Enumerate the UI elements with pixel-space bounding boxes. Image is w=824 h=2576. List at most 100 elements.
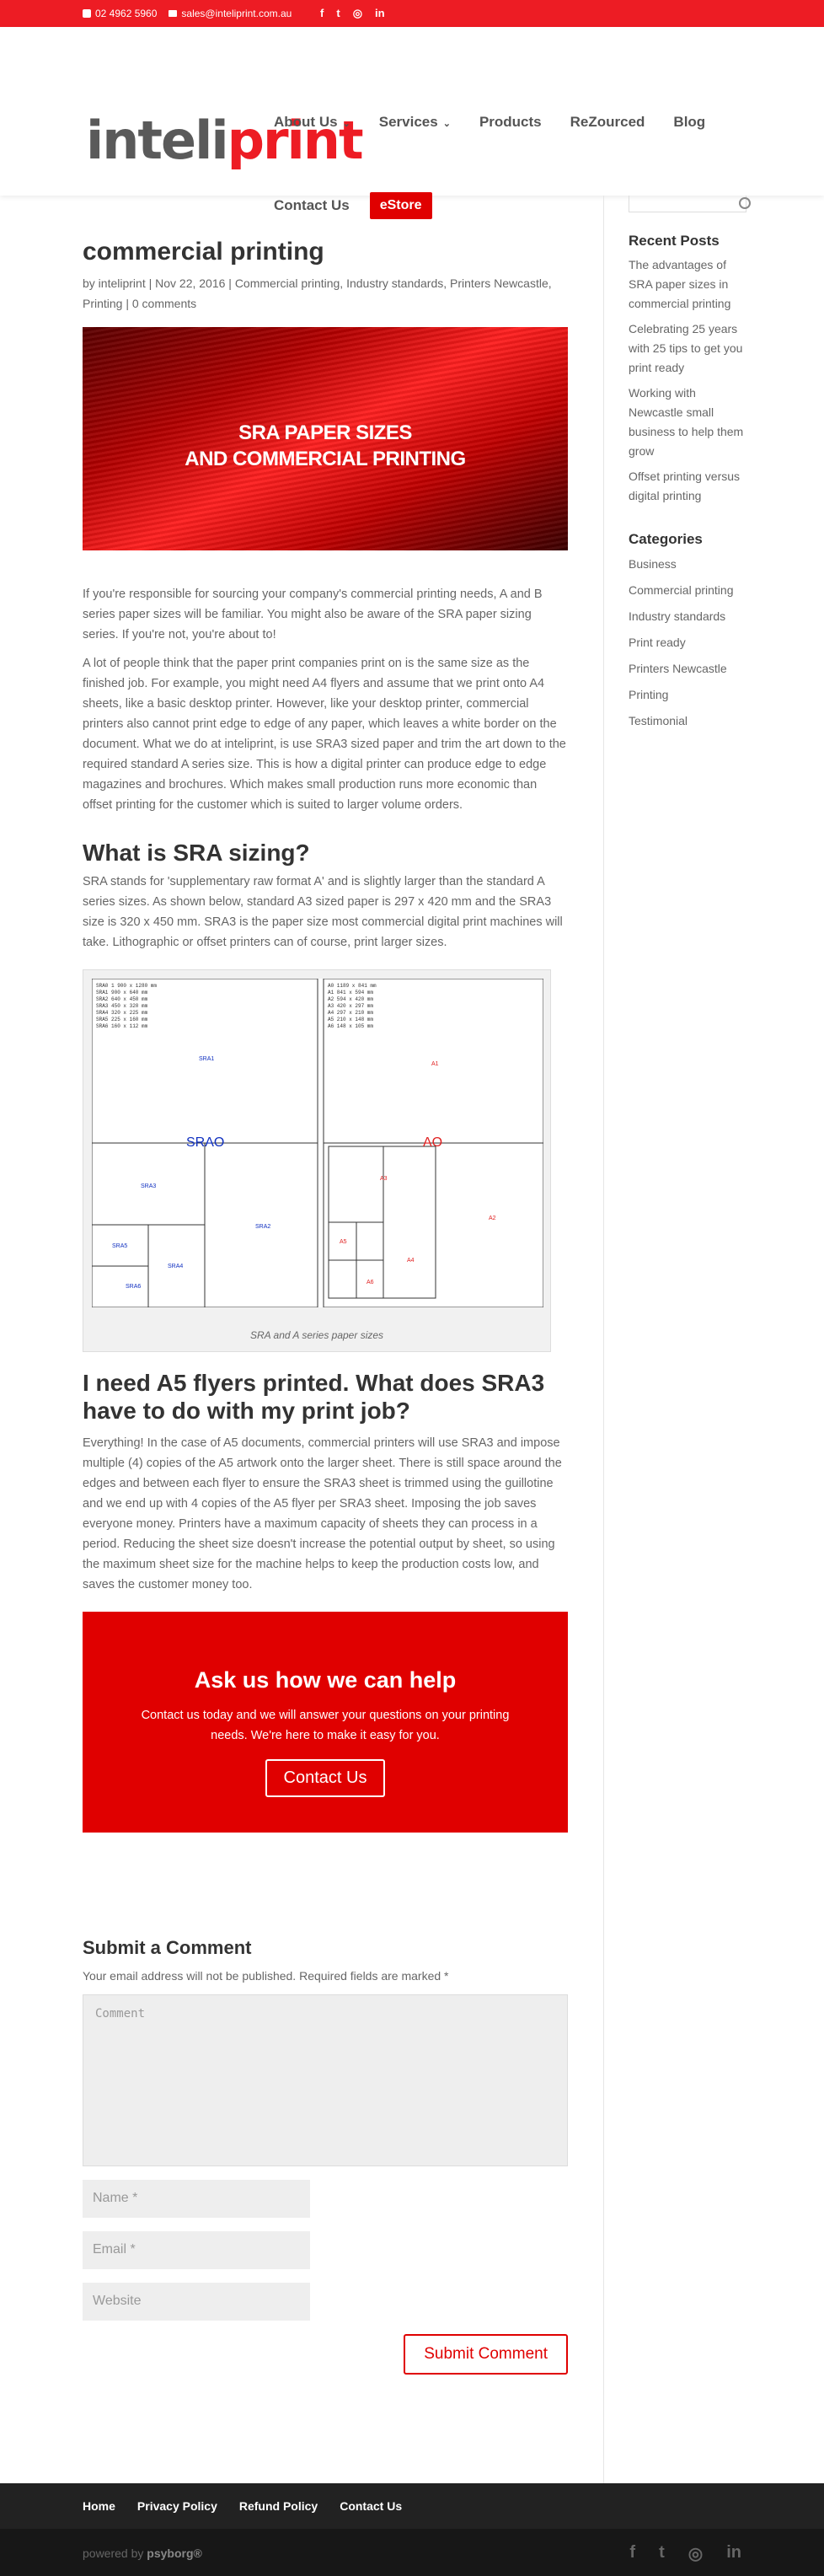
a4-label: A4 [407, 1258, 415, 1264]
footer-credit: powered by psyborg® [83, 2546, 202, 2560]
submit-comment-button[interactable]: Submit Comment [404, 2334, 568, 2375]
site-header: inteliprint About Us ⌄ Services ⌄ Products… [0, 27, 824, 219]
size-table-row: SRA3 450 x 320 mm [96, 1003, 148, 1009]
nav-products[interactable]: Products [479, 114, 542, 131]
recent-post-link[interactable]: The advantages of SRA paper sizes in com… [629, 255, 746, 314]
footer-link-contact[interactable]: Contact Us [340, 2499, 402, 2513]
twitter-icon[interactable]: t [659, 2543, 665, 2564]
footer-link-privacy[interactable]: Privacy Policy [137, 2499, 217, 2513]
chevron-down-icon: ⌄ [442, 119, 451, 129]
nav-blog[interactable]: Blog [673, 114, 705, 131]
category-link[interactable]: Business [629, 555, 746, 574]
sra6-label: SRA6 [126, 1284, 141, 1290]
mail-icon [169, 10, 178, 17]
size-table-row: A2 594 x 420 mm [328, 996, 373, 1002]
categories-title: Categories [629, 531, 703, 547]
logo-text-grey: inteli [86, 110, 229, 171]
size-table-row: SRA6 160 x 112 mm [96, 1023, 148, 1029]
size-table-row: A5 210 x 148 mm [328, 1017, 373, 1022]
post-title: commercial printing [83, 238, 324, 266]
size-table-row: A3 420 x 297 mm [328, 1003, 373, 1009]
main-nav: About Us ⌄ Services ⌄ Products ReZourced B… [274, 114, 705, 131]
category-link[interactable]: Printers Newcastle [629, 659, 746, 679]
recent-post-link[interactable]: Offset printing versus digital printing [629, 467, 746, 506]
post-meta: by inteliprint | Nov 22, 2016 | Commerci… [83, 276, 552, 310]
paragraph-explainer: A lot of people think that the paper pri… [83, 657, 566, 812]
category-link[interactable]: Testimonial [629, 711, 746, 731]
website-field[interactable]: Website [83, 2283, 310, 2321]
cta-body: Contact us today and we will answer your… [141, 1709, 510, 1742]
size-table-row: SRA1 900 x 640 mm [96, 990, 148, 996]
phone-icon [83, 9, 91, 18]
sra1-label: SRA1 [199, 1056, 214, 1062]
sra3-label: SRA3 [141, 1183, 156, 1189]
size-table-row: SRA0 1 900 x 1280 mm [96, 983, 157, 989]
footer-social: f t ◎ in [629, 2543, 741, 2564]
chevron-down-icon: ⌄ [342, 119, 350, 129]
hero-title-line1: SRA PAPER SIZES [238, 421, 412, 444]
paragraph-sra: SRA stands for 'supplementary raw format… [83, 875, 563, 949]
a6-label: A6 [367, 1280, 374, 1285]
categories-list: Business Commercial printing Industry st… [629, 555, 746, 731]
hero-image: SRA PAPER SIZES AND COMMERCIAL PRINTING [83, 327, 568, 550]
email-link[interactable]: sales@inteliprint.com.au [169, 8, 292, 19]
name-field[interactable]: Name * [83, 2180, 310, 2218]
instagram-icon[interactable]: ◎ [353, 7, 362, 20]
category-link[interactable]: Printing [629, 685, 746, 705]
a3-label: A3 [380, 1176, 388, 1182]
recent-post-link[interactable]: Working with Newcastle small business to… [629, 384, 746, 461]
recent-posts-list: The advantages of SRA paper sizes in com… [629, 255, 746, 506]
email-field[interactable]: Email * [83, 2231, 310, 2269]
heading-a5-flyers: I need A5 flyers printed. What does SRA3… [83, 1370, 545, 1424]
linkedin-icon[interactable]: in [726, 2543, 741, 2564]
size-table-row: A1 841 x 594 mm [328, 990, 373, 996]
nav-label: About Us [274, 114, 338, 130]
cta-contact-button[interactable]: Contact Us [265, 1759, 386, 1797]
instagram-icon[interactable]: ◎ [688, 2543, 703, 2564]
facebook-icon[interactable]: f [629, 2543, 635, 2564]
size-table-row: SRA2 640 x 450 mm [96, 996, 148, 1002]
top-contact: 02 4962 5960 sales@inteliprint.com.au [83, 8, 292, 19]
nav-about-us[interactable]: About Us ⌄ [274, 114, 350, 131]
a2-label: A2 [489, 1216, 496, 1221]
footer-link-refund[interactable]: Refund Policy [239, 2499, 318, 2513]
category-link[interactable]: Industry standards [629, 607, 746, 626]
figure-caption: SRA and A series paper sizes [249, 1329, 384, 1341]
linkedin-icon[interactable]: in [375, 7, 385, 20]
sidebar-divider [603, 196, 604, 2483]
size-table-row: SRA5 225 x 160 mm [96, 1017, 148, 1022]
category-link[interactable]: Print ready [629, 633, 746, 652]
paragraph-a5: Everything! In the case of A5 documents,… [83, 1436, 562, 1591]
search-icon[interactable] [739, 197, 751, 209]
sra2-label: SRA2 [255, 1224, 270, 1230]
comment-form-title: Submit a Comment [83, 1937, 252, 1958]
comment-form-note: Your email address will not be published… [83, 1969, 449, 1983]
paper-size-diagram: SRA1 SRAO SRA3 SRA2 SRA5 SRA4 SRA6 SRA0 … [92, 979, 543, 1307]
twitter-icon[interactable]: t [336, 7, 340, 20]
paper-size-figure: SRA1 SRAO SRA3 SRA2 SRA5 SRA4 SRA6 SRA0 … [83, 969, 551, 1352]
nav-services[interactable]: Services ⌄ [379, 114, 451, 131]
a5-label: A5 [340, 1239, 347, 1245]
sra5-label: SRA5 [112, 1243, 127, 1249]
nav-label: Services [378, 114, 438, 130]
footer-link-home[interactable]: Home [83, 2499, 115, 2513]
facebook-icon[interactable]: f [320, 7, 324, 20]
cta-title: Ask us how we can help [194, 1667, 457, 1693]
size-table-row: A4 297 x 210 mm [328, 1010, 373, 1016]
recent-post-link[interactable]: Celebrating 25 years with 25 tips to get… [629, 319, 746, 378]
heading-sra-sizing: What is SRA sizing? [83, 840, 310, 866]
cta-banner: Ask us how we can help Contact us today … [83, 1612, 568, 1833]
category-link[interactable]: Commercial printing [629, 581, 746, 600]
a0-label: AO [423, 1135, 442, 1150]
paragraph-intro: If you're responsible for sourcing your … [83, 588, 543, 641]
credit-brand-link[interactable]: psyborg® [147, 2546, 202, 2560]
footer-bottom: powered by psyborg® f t ◎ in [0, 2529, 824, 2576]
comment-textarea[interactable]: Comment [83, 1994, 568, 2166]
size-table-row: SRA4 320 x 225 mm [96, 1010, 148, 1016]
search-input[interactable] [629, 196, 751, 212]
a1-label: A1 [431, 1061, 439, 1067]
size-table-row: A6 148 x 105 mm [328, 1023, 373, 1029]
nav-rezourced[interactable]: ReZourced [570, 114, 645, 131]
phone-link[interactable]: 02 4962 5960 [83, 8, 157, 19]
sidebar: Recent Posts The advantages of SRA paper… [629, 196, 751, 731]
